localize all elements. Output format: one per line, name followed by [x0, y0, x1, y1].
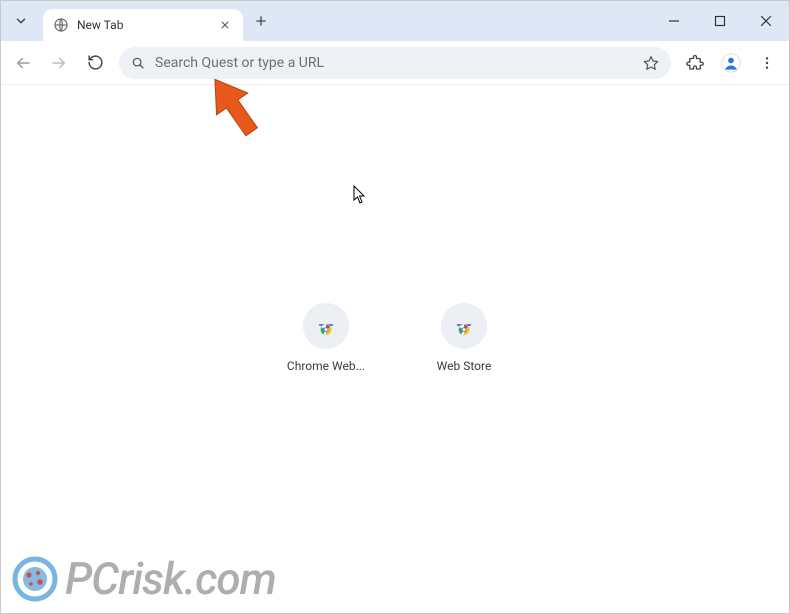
profile-button[interactable]: [715, 47, 747, 79]
shortcut-chrome-web[interactable]: Chrome Web...: [278, 303, 374, 373]
title-bar: New Tab: [1, 1, 789, 41]
watermark: PCrisk.com: [11, 553, 276, 605]
plus-icon: [254, 14, 268, 28]
minimize-button[interactable]: [651, 1, 697, 41]
omnibox-placeholder: Search Quest or type a URL: [155, 55, 633, 71]
close-window-button[interactable]: [743, 1, 789, 41]
omnibox[interactable]: Search Quest or type a URL: [119, 47, 671, 79]
arrow-right-icon: [50, 54, 68, 72]
close-icon: [760, 15, 772, 27]
forward-button[interactable]: [43, 47, 75, 79]
watermark-logo-icon: [11, 555, 59, 603]
extensions-button[interactable]: [679, 47, 711, 79]
search-icon: [131, 56, 145, 70]
window-controls: [651, 1, 789, 41]
reload-icon: [87, 54, 104, 71]
chevron-down-icon: [14, 14, 28, 28]
profile-avatar-icon: [719, 51, 743, 75]
toolbar: Search Quest or type a URL: [1, 41, 789, 85]
back-button[interactable]: [7, 47, 39, 79]
star-icon: [643, 55, 659, 71]
puzzle-icon: [686, 54, 704, 72]
new-tab-button[interactable]: [247, 7, 275, 35]
menu-button[interactable]: [751, 47, 783, 79]
shortcut-label: Chrome Web...: [287, 359, 365, 373]
tab-title: New Tab: [77, 18, 209, 32]
globe-icon: [53, 17, 69, 33]
tab-new-tab[interactable]: New Tab: [43, 9, 243, 41]
web-store-icon: [453, 315, 475, 337]
browser-window: New Tab: [0, 0, 790, 614]
close-icon: [220, 20, 230, 30]
close-tab-button[interactable]: [217, 17, 233, 33]
mouse-cursor-icon: [353, 185, 369, 209]
shortcut-label: Web Store: [437, 359, 492, 373]
maximize-icon: [714, 15, 726, 27]
reload-button[interactable]: [79, 47, 111, 79]
minimize-icon: [668, 15, 680, 27]
search-tabs-button[interactable]: [7, 7, 35, 35]
kebab-menu-icon: [759, 55, 775, 71]
bookmark-star-button[interactable]: [643, 55, 659, 71]
arrow-left-icon: [14, 54, 32, 72]
shortcut-icon-circle: [303, 303, 349, 349]
watermark-text: PCrisk.com: [65, 553, 276, 605]
shortcut-grid: Chrome Web... Web Store: [278, 303, 512, 373]
shortcut-web-store[interactable]: Web Store: [416, 303, 512, 373]
web-store-icon: [315, 315, 337, 337]
maximize-button[interactable]: [697, 1, 743, 41]
content-area: Chrome Web... Web Store: [1, 85, 789, 613]
shortcut-icon-circle: [441, 303, 487, 349]
